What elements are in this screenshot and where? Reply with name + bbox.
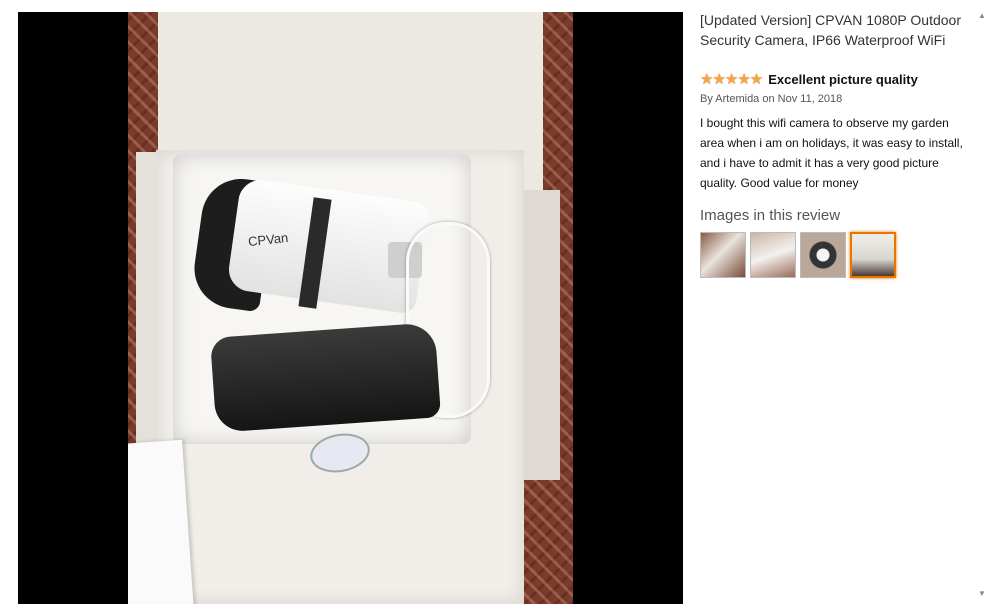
panel-scrollbar[interactable]: ▲ ▼ [976,10,988,600]
star-rating-icon: ★★★★★ [700,71,763,88]
review-panel: [Updated Version] CPVAN 1080P Outdoor Se… [700,10,970,278]
review-thumbnail-2[interactable] [750,232,796,278]
review-rating-row: ★★★★★ Excellent picture quality [700,70,970,88]
review-byline: By Artemida on Nov 11, 2018 [700,93,843,105]
review-image-viewer[interactable]: CPVan [18,12,683,604]
review-thumbnail-1[interactable] [700,232,746,278]
review-body: I bought this wifi camera to observe my … [700,116,963,190]
images-section-label: Images in this review [700,207,841,224]
scroll-up-icon[interactable]: ▲ [976,10,988,22]
product-title[interactable]: [Updated Version] CPVAN 1080P Outdoor Se… [700,10,970,50]
review-title: Excellent picture quality [768,71,918,87]
accessory-bag [209,322,442,433]
review-thumbnails [700,232,970,278]
scroll-down-icon[interactable]: ▼ [976,588,988,600]
review-thumbnail-3[interactable] [800,232,846,278]
review-photo: CPVan [128,12,573,604]
review-thumbnail-4-selected[interactable] [850,232,896,278]
